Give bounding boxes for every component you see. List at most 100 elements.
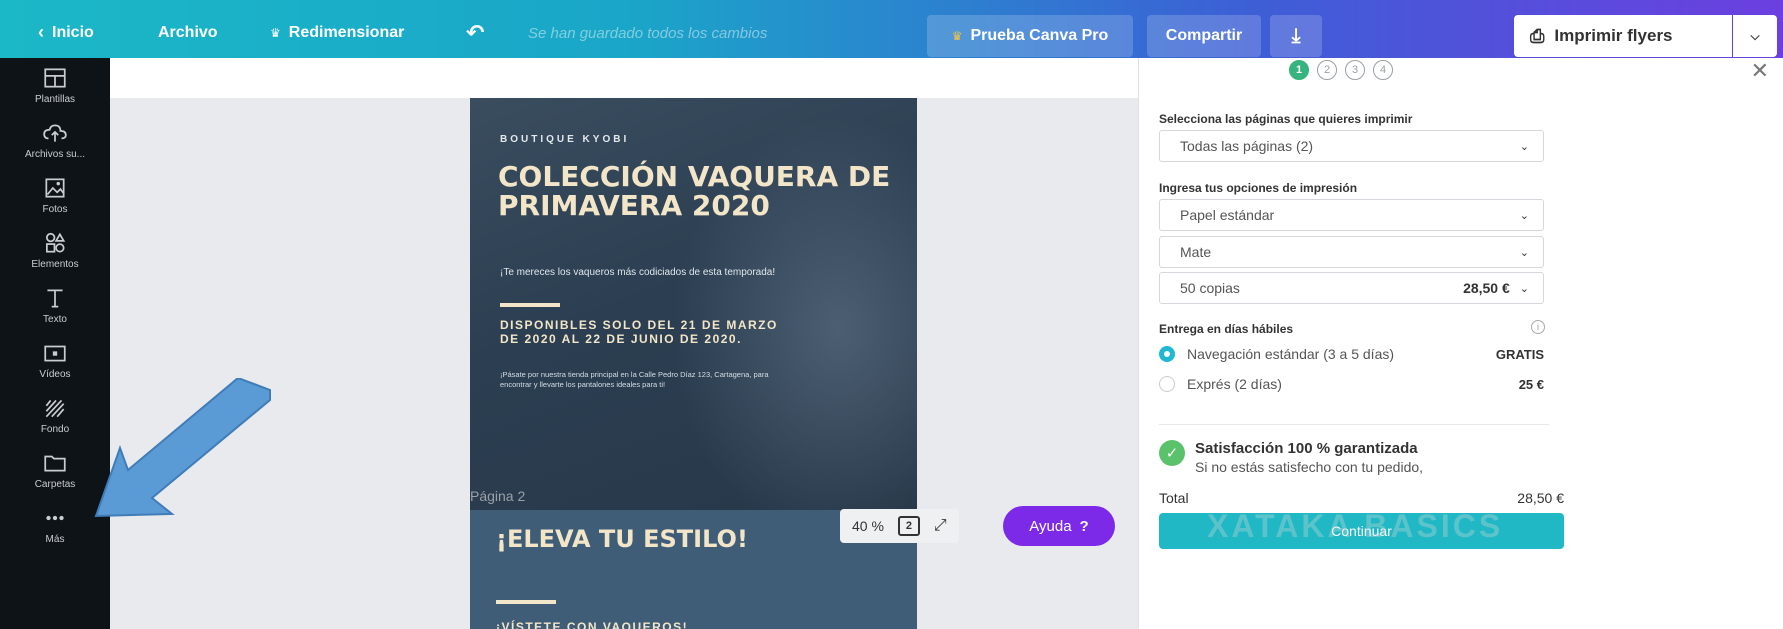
chevron-down-icon: ⌄ xyxy=(1519,209,1529,222)
help-label: Ayuda xyxy=(1029,517,1072,535)
step-1: 1 xyxy=(1289,60,1309,80)
share-label: Compartir xyxy=(1165,27,1243,44)
video-icon xyxy=(44,345,66,362)
help-button[interactable]: Ayuda ? xyxy=(1003,506,1115,546)
step-indicator: 1 2 3 4 xyxy=(1289,60,1393,80)
page-count-button[interactable]: 2 xyxy=(897,516,920,536)
pages-value: Todas las páginas (2) xyxy=(1180,138,1314,154)
undo-button[interactable]: ↶ xyxy=(466,20,484,46)
checkmark-icon: ✓ xyxy=(1159,440,1185,466)
text-icon xyxy=(47,289,63,308)
flyer-brand[interactable]: BOUTIQUE KYOBI xyxy=(500,134,629,145)
close-icon[interactable]: ✕ xyxy=(1751,58,1769,84)
sidebar-item-photos[interactable]: Fotos xyxy=(0,168,110,224)
sidebar-item-templates[interactable]: Plantillas xyxy=(0,58,110,114)
step-4: 4 xyxy=(1373,60,1393,80)
step-3: 3 xyxy=(1345,60,1365,80)
sidebar-item-label: Carpetas xyxy=(34,479,76,490)
sidebar-item-text[interactable]: Texto xyxy=(0,278,110,334)
background-icon xyxy=(45,399,65,418)
zoom-level[interactable]: 40 % xyxy=(852,518,884,534)
sidebar-item-label: Fotos xyxy=(42,204,68,215)
crown-icon: ♛ xyxy=(270,26,281,40)
crown-icon: ♛ xyxy=(951,29,963,43)
standard-price: GRATIS xyxy=(1495,346,1544,362)
file-label: Archivo xyxy=(158,24,218,41)
print-options-dropdown[interactable]: ⌵ xyxy=(1733,15,1777,57)
flyer-divider xyxy=(500,303,560,307)
print-label: Imprimir flyers xyxy=(1554,26,1673,45)
chevron-left-icon: ‹ xyxy=(38,22,44,42)
chevron-down-icon: ⌄ xyxy=(1519,246,1529,259)
standard-label: Navegación estándar (3 a 5 días) xyxy=(1187,346,1395,362)
more-icon xyxy=(46,515,64,521)
flyer-2-divider xyxy=(496,600,556,604)
resize-label: Redimensionar xyxy=(288,24,405,41)
finish-value: Mate xyxy=(1180,244,1212,260)
express-label: Exprés (2 días) xyxy=(1187,376,1282,392)
photos-icon xyxy=(45,178,65,198)
page-2-label: Página 2 xyxy=(470,488,526,504)
delivery-standard-option[interactable]: Navegación estándar (3 a 5 días) GRATIS xyxy=(1159,346,1544,362)
chevron-down-icon: ⌄ xyxy=(1519,140,1529,153)
radio-selected[interactable] xyxy=(1159,346,1175,362)
home-label: Inicio xyxy=(52,23,94,41)
sidebar-item-label: Plantillas xyxy=(34,94,76,105)
divider xyxy=(1159,424,1549,425)
copies-price: 28,50 € xyxy=(1463,280,1510,296)
flyer-title[interactable]: COLECCIÓN VAQUERA DE PRIMAVERA 2020 xyxy=(498,162,898,220)
question-mark-icon: ? xyxy=(1079,517,1089,535)
chevron-down-icon: ⌵ xyxy=(1750,28,1760,43)
print-icon: ⎙ xyxy=(1530,25,1545,46)
info-icon[interactable]: i xyxy=(1531,320,1545,334)
download-icon: ⤓ xyxy=(1291,24,1301,47)
flyer-2-title[interactable]: ¡ELEVA TU ESTILO! xyxy=(496,524,756,554)
paper-select[interactable]: Papel estándar ⌄ xyxy=(1159,199,1544,231)
print-flyers-button[interactable]: ⎙ Imprimir flyers xyxy=(1514,15,1732,57)
home-link[interactable]: ‹ Inicio xyxy=(38,22,94,43)
upload-cloud-icon xyxy=(43,124,67,142)
fullscreen-icon[interactable]: ⤢ xyxy=(934,517,947,535)
share-button[interactable]: Compartir xyxy=(1147,15,1261,57)
flyer-dates[interactable]: DISPONIBLES SOLO DEL 21 DE MARZO DE 2020… xyxy=(500,318,800,346)
total-label: Total xyxy=(1159,490,1189,506)
resize-button[interactable]: ♛ Redimensionar xyxy=(270,24,404,42)
copies-select[interactable]: 50 copias 28,50 € ⌄ xyxy=(1159,272,1544,304)
sidebar-item-uploads[interactable]: Archivos su... xyxy=(0,113,110,169)
sidebar-item-label: Archivos su... xyxy=(24,149,86,160)
step-2: 2 xyxy=(1317,60,1337,80)
sidebar-item-label: Vídeos xyxy=(39,369,71,380)
flyer-subtitle[interactable]: ¡Te mereces los vaqueros más codiciados … xyxy=(500,266,830,279)
canvas-toolbar xyxy=(110,58,1295,98)
sidebar-item-label: Texto xyxy=(43,314,67,325)
guarantee-title: Satisfacción 100 % garantizada xyxy=(1195,440,1418,457)
paper-value: Papel estándar xyxy=(1180,207,1275,223)
copies-value: 50 copias xyxy=(1180,280,1240,296)
download-button[interactable]: ⤓ xyxy=(1270,15,1322,57)
annotation-arrow xyxy=(94,378,271,518)
print-options-label: Ingresa tus opciones de impresión xyxy=(1159,181,1358,195)
undo-icon: ↶ xyxy=(466,20,485,45)
flyer-body[interactable]: ¡Pásate por nuestra tienda principal en … xyxy=(500,370,790,390)
delivery-express-option[interactable]: Exprés (2 días) 25 € xyxy=(1159,376,1544,392)
try-pro-button[interactable]: ♛ Prueba Canva Pro xyxy=(927,15,1133,57)
zoom-controls: 40 % 2 ⤢ xyxy=(840,509,959,543)
guarantee-text: Si no estás satisfecho con tu pedido, xyxy=(1195,459,1424,475)
sidebar-item-elements[interactable]: Elementos xyxy=(0,223,110,279)
flyer-2-subtitle[interactable]: ¡VÍSTETE CON VAQUEROS! xyxy=(496,620,688,629)
express-price: 25 € xyxy=(1518,376,1544,392)
finish-select[interactable]: Mate ⌄ xyxy=(1159,236,1544,268)
left-sidebar: Plantillas Archivos su... Fotos Elemento… xyxy=(0,58,110,629)
file-menu[interactable]: Archivo xyxy=(158,24,218,42)
templates-icon xyxy=(44,68,66,88)
delivery-label: Entrega en días hábiles xyxy=(1159,322,1294,336)
flyer-page-1[interactable]: BOUTIQUE KYOBI COLECCIÓN VAQUERA DE PRIM… xyxy=(470,98,917,520)
watermark: XATAKA BASICS xyxy=(1207,508,1504,544)
elements-icon xyxy=(46,232,66,253)
sidebar-item-label: Elementos xyxy=(31,259,79,270)
pages-select[interactable]: Todas las páginas (2) ⌄ xyxy=(1159,130,1544,162)
sidebar-item-label: Fondo xyxy=(40,424,70,435)
radio-unselected[interactable] xyxy=(1159,376,1175,392)
try-pro-label: Prueba Canva Pro xyxy=(970,27,1109,44)
chevron-down-icon: ⌄ xyxy=(1519,282,1529,295)
